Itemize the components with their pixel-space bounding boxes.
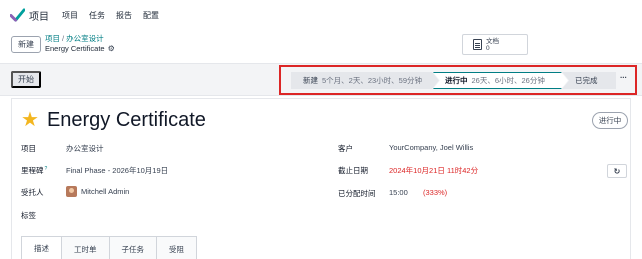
breadcrumb: 项目 / 办公室设计: [45, 34, 104, 43]
field-label-allocated-time: 已分配时间: [338, 189, 376, 198]
notebook-tabs: 描述 工时单 子任务 受阻: [21, 236, 197, 259]
nav-item-reports[interactable]: 报告: [116, 10, 132, 21]
refresh-icon[interactable]: ↻: [607, 164, 627, 178]
document-icon: [473, 39, 482, 50]
documents-button[interactable]: 文档 0: [462, 34, 528, 55]
stage-done-label: 已完成: [575, 76, 598, 85]
record-name: Energy Certificate: [45, 44, 105, 53]
more-stages-button[interactable]: ...: [620, 71, 627, 80]
documents-label: 文档: [486, 37, 499, 45]
status-row: 开始 新建 5个月、2天、23小时、59分钟 进行中 26天、6小时、26分钟 …: [0, 64, 642, 96]
tab-description[interactable]: 描述: [21, 236, 62, 259]
state-badge[interactable]: 进行中: [592, 112, 628, 129]
field-allocated-time[interactable]: 15:00: [389, 188, 408, 197]
title-row: ★ Energy Certificate: [21, 108, 206, 132]
stage-done[interactable]: 已完成: [562, 72, 616, 89]
field-label-customer: 客户: [338, 144, 353, 153]
record-name-row: Energy Certificate ⚙: [45, 44, 115, 53]
field-label-project: 项目: [21, 144, 36, 153]
new-button[interactable]: 新建: [11, 36, 41, 53]
documents-count: 0: [486, 44, 490, 52]
app-name[interactable]: 项目: [29, 8, 49, 23]
form-sheet: ★ Energy Certificate 进行中 项目 办公室设计 里程碑? F…: [11, 98, 631, 259]
stage-in-progress-duration: 26天、6小时、26分钟: [471, 76, 545, 85]
stage-in-progress-label: 进行中: [445, 76, 468, 85]
field-allocated-percent: (333%): [423, 188, 448, 197]
breadcrumb-project[interactable]: 办公室设计: [66, 34, 104, 43]
avatar: [66, 186, 77, 197]
field-project[interactable]: 办公室设计: [66, 143, 104, 154]
field-label-tags: 标签: [21, 211, 36, 220]
task-title[interactable]: Energy Certificate: [47, 108, 206, 132]
nav-item-config[interactable]: 配置: [143, 10, 159, 21]
breadcrumb-separator: /: [62, 34, 65, 43]
start-button[interactable]: 开始: [11, 71, 41, 88]
stage-bar: 新建 5个月、2天、23小时、59分钟 进行中 26天、6小时、26分钟 已完成: [291, 72, 616, 89]
help-icon[interactable]: ?: [45, 166, 48, 172]
field-milestone[interactable]: Final Phase - 2026年10月19日: [66, 165, 168, 176]
control-panel: 新建 项目 / 办公室设计 Energy Certificate ⚙ 文档 0: [0, 31, 642, 64]
app-logo-icon[interactable]: [10, 8, 25, 23]
top-navbar: 项目 项目 任务 报告 配置: [0, 0, 642, 31]
nav-item-tasks[interactable]: 任务: [89, 10, 105, 21]
stage-new-duration: 5个月、2天、23小时、59分钟: [322, 76, 423, 85]
field-deadline[interactable]: 2024年10月21日 11时42分: [389, 165, 478, 176]
nav-item-projects[interactable]: 项目: [62, 10, 78, 21]
field-label-assignee: 受托人: [21, 188, 44, 197]
tab-timesheets[interactable]: 工时单: [62, 236, 110, 259]
field-label-milestone: 里程碑?: [21, 165, 48, 176]
stage-in-progress[interactable]: 进行中 26天、6小时、26分钟: [433, 72, 568, 89]
tab-blocked[interactable]: 受阻: [157, 236, 197, 259]
stage-new-label: 新建: [303, 76, 318, 85]
field-customer[interactable]: YourCompany, Joel Willis: [389, 143, 473, 152]
stage-new[interactable]: 新建 5个月、2天、23小时、59分钟: [291, 72, 439, 89]
field-assignee[interactable]: Mitchell Admin: [81, 187, 129, 196]
field-label-deadline: 截止日期: [338, 166, 368, 175]
star-icon[interactable]: ★: [21, 110, 39, 130]
gear-icon[interactable]: ⚙: [108, 44, 115, 53]
tab-subtasks[interactable]: 子任务: [109, 236, 157, 259]
breadcrumb-projects[interactable]: 项目: [45, 34, 60, 43]
